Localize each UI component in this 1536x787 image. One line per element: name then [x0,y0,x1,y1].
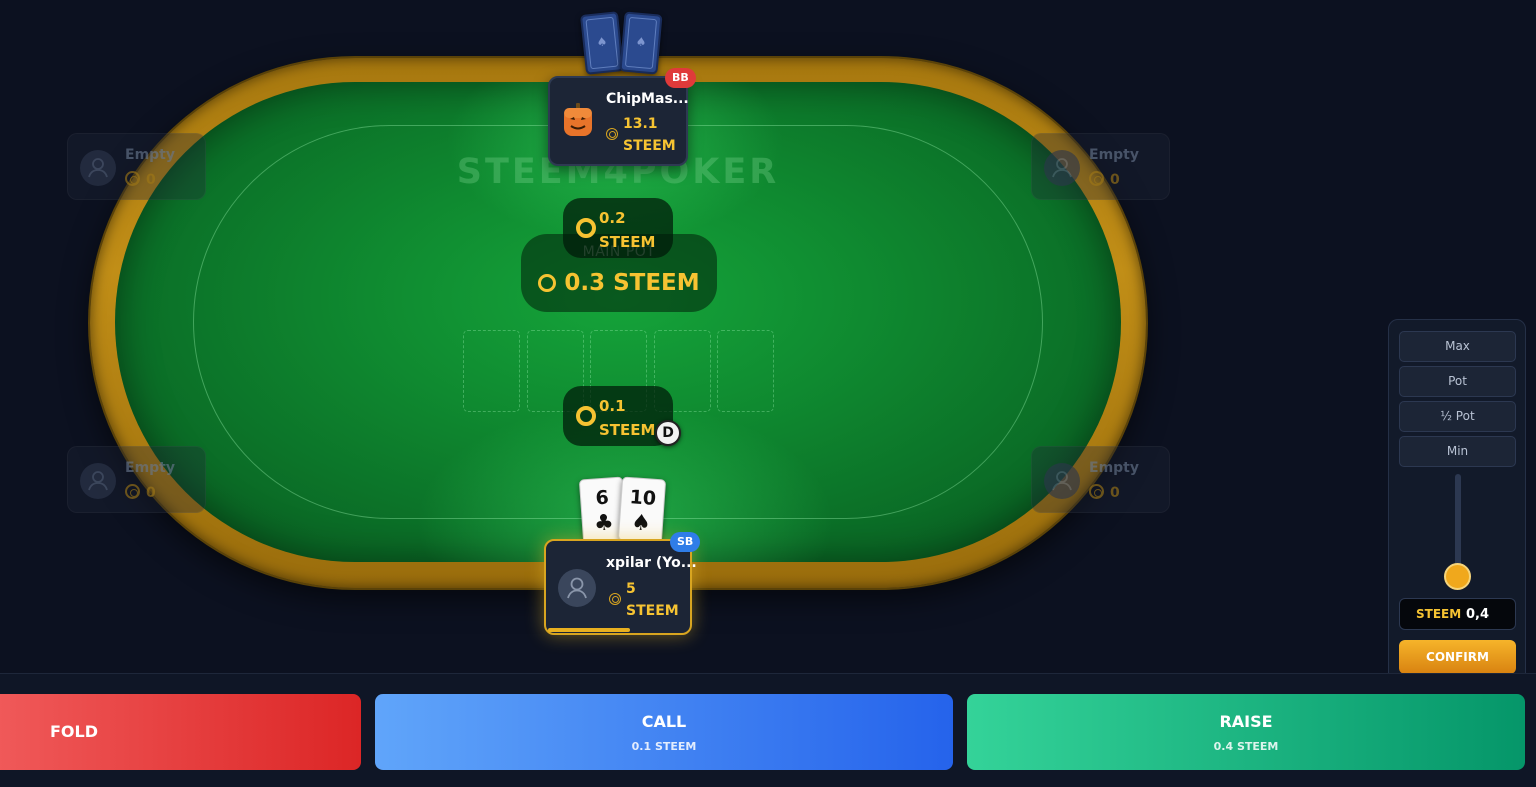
card-rank: 10 [628,486,657,510]
call-amount: 0.1 STEEM [631,740,697,753]
bet-amount-unit: STEEM [1416,607,1462,621]
community-card-slot [463,330,520,412]
player-seat-top[interactable]: ChipMas... 13.1 STEEM [548,76,689,166]
preset-min-button[interactable]: Min [1399,436,1516,467]
call-button[interactable]: CALL 0.1 STEEM [375,694,953,770]
call-label: CALL [641,712,687,731]
pumpkin-avatar-icon [561,102,595,138]
raise-label: RAISE [1219,712,1273,731]
hole-card-back: ♠ [619,11,663,75]
coin-icon [1089,171,1104,186]
action-bar: FOLD CALL 0.1 STEEM RAISE 0.4 STEEM [0,673,1536,787]
chip-icon [538,274,557,292]
coin-icon [1089,484,1104,499]
preset-max-button[interactable]: Max [1399,331,1516,362]
chip-icon [576,218,596,238]
seat-name: Empty [125,460,175,476]
main-pot-value: 0.3 STEEM [564,270,700,296]
main-pot-amount: 0.3 STEEM [521,270,717,296]
seat-stack: 0 [1089,484,1120,501]
empty-seat[interactable]: Empty 0 [1031,446,1170,513]
poker-table-view: STEEM4POKER MAIN POT 0.3 STEEM 0.2 STEEM… [0,0,1536,787]
spade-icon: ♠ [630,510,652,537]
hero-hole-card: 10 ♠ [617,476,667,544]
fold-button[interactable]: FOLD [0,694,361,770]
spade-icon: ♠ [635,34,648,50]
coin-icon [125,484,140,499]
empty-seat[interactable]: Empty 0 [1031,133,1170,200]
bet-slider-thumb[interactable] [1444,563,1471,590]
seat-name: Empty [1089,460,1139,476]
avatar-placeholder-icon [80,463,116,499]
player-name: xpilar (Yo... [606,555,697,571]
player-name: ChipMas... [606,91,689,107]
bet-slider-track[interactable] [1455,474,1461,576]
big-blind-badge: BB [665,68,696,88]
coin-icon [606,128,618,140]
bet-top-player: 0.2 STEEM [563,198,673,258]
raise-amount: 0.4 STEEM [1213,740,1279,753]
raise-button[interactable]: RAISE 0.4 STEEM [967,694,1525,770]
community-card-slot [717,330,774,412]
small-blind-badge: SB [670,532,701,552]
user-avatar-icon [558,569,596,607]
player-stack: 5 STEEM [609,578,679,622]
confirm-button[interactable]: CONFIRM [1399,640,1516,674]
fold-label: FOLD [50,722,99,741]
chip-icon [576,406,596,426]
empty-seat[interactable]: Empty 0 [67,133,206,200]
spade-icon: ♠ [595,34,608,50]
dealer-button: D [655,420,681,446]
coin-icon [609,593,621,605]
player-seat-hero[interactable]: xpilar (Yo... 5 STEEM [544,539,697,635]
coin-icon [125,171,140,186]
hole-card-back: ♠ [579,11,625,75]
seat-stack: 0 [125,171,156,188]
turn-timer-bar [548,628,630,632]
avatar-placeholder-icon [1044,150,1080,186]
bet-amount-input[interactable] [1466,604,1510,624]
seat-stack: 0 [1089,171,1120,188]
preset-pot-button[interactable]: Pot [1399,366,1516,397]
card-rank: 6 [594,486,610,510]
player-stack: 13.1 STEEM [606,113,676,157]
empty-seat[interactable]: Empty 0 [67,446,206,513]
bet-amount: 0.1 [599,397,626,415]
seat-name: Empty [1089,147,1139,163]
seat-stack: 0 [125,484,156,501]
bet-amount-field[interactable]: STEEM [1399,598,1516,630]
seat-name: Empty [125,147,175,163]
avatar-placeholder-icon [1044,463,1080,499]
bet-amount: 0.2 [599,209,626,227]
bet-unit: STEEM [599,233,656,251]
preset-half-pot-button[interactable]: ½ Pot [1399,401,1516,432]
avatar-placeholder-icon [80,150,116,186]
bet-sizing-panel: Max Pot ½ Pot Min STEEM CONFIRM [1388,319,1526,683]
